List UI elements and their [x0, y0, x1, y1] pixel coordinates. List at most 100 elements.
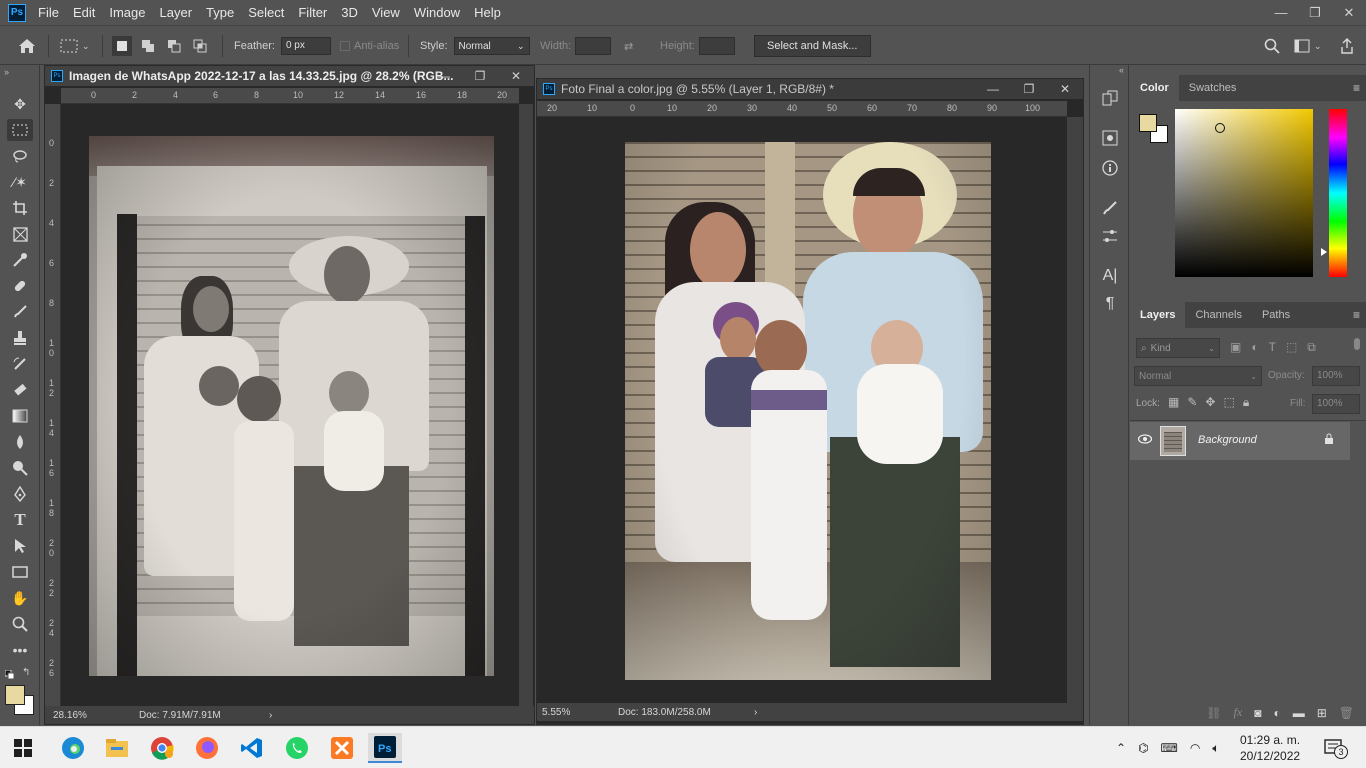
default-colors-icon[interactable] — [4, 669, 15, 680]
notification-center-icon[interactable]: 3 — [1324, 727, 1348, 768]
type-tool-icon[interactable]: T — [7, 509, 33, 531]
new-group-icon[interactable]: ▬ — [1293, 706, 1305, 720]
tab-paths[interactable]: Paths — [1252, 302, 1300, 328]
menu-window[interactable]: Window — [414, 3, 460, 22]
brush-tool-icon[interactable] — [7, 301, 33, 323]
doc2-title-bar[interactable]: Ps Foto Final a color.jpg @ 5.55% (Layer… — [537, 79, 1083, 99]
file-explorer-icon[interactable] — [100, 733, 134, 763]
foreground-color-swatch[interactable] — [5, 685, 25, 705]
firefox-browser-icon[interactable] — [190, 733, 224, 763]
colorized-photo-canvas[interactable] — [625, 142, 991, 680]
eraser-tool-icon[interactable] — [7, 379, 33, 401]
opacity-input[interactable]: 100% — [1312, 366, 1360, 386]
photoshop-taskbar-icon[interactable]: Ps — [368, 733, 402, 763]
brush-settings-icon[interactable] — [1098, 197, 1122, 219]
workspace-icon[interactable]: ⌄ — [1294, 26, 1322, 66]
doc1-close-icon[interactable]: ✕ — [498, 66, 534, 86]
layer-style-fx-icon[interactable]: fx — [1234, 705, 1243, 720]
history-panel-icon[interactable] — [1098, 87, 1122, 109]
hue-slider-handle-icon[interactable] — [1321, 248, 1327, 256]
healing-brush-tool-icon[interactable] — [7, 275, 33, 297]
marquee-preset-icon[interactable]: ⌄ — [60, 26, 90, 66]
tab-channels[interactable]: Channels — [1185, 302, 1251, 328]
history-brush-tool-icon[interactable] — [7, 353, 33, 375]
doc2-scrollbar[interactable] — [1067, 117, 1083, 703]
restore-icon[interactable]: ❐ — [1298, 0, 1332, 25]
frame-tool-icon[interactable] — [7, 223, 33, 245]
paragraph-panel-icon[interactable]: ¶ — [1098, 293, 1122, 315]
tray-chevron-icon[interactable]: ⌃ — [1116, 741, 1126, 755]
share-icon[interactable] — [1340, 26, 1354, 66]
edge-browser-icon[interactable] — [56, 733, 90, 763]
height-input[interactable] — [698, 37, 735, 55]
menu-select[interactable]: Select — [248, 3, 284, 22]
filter-smart-object-icon[interactable]: ⧉ — [1307, 340, 1316, 355]
menu-3d[interactable]: 3D — [341, 3, 358, 22]
tab-swatches[interactable]: Swatches — [1179, 75, 1247, 101]
collapse-chevron-icon[interactable]: » — [4, 67, 9, 77]
magic-wand-tool-icon[interactable]: ⁄✶ — [7, 171, 33, 193]
pen-tool-icon[interactable] — [7, 483, 33, 505]
swap-dimensions-icon[interactable]: ⇄ — [624, 26, 633, 66]
delete-layer-icon[interactable]: 🗑︎ — [1339, 706, 1354, 720]
swap-colors-icon[interactable]: ↰ — [22, 667, 30, 678]
clock-time[interactable]: 01:29 a. m. — [1240, 732, 1300, 748]
crop-tool-icon[interactable] — [7, 197, 33, 219]
filter-type-icon[interactable]: T — [1269, 340, 1276, 355]
doc1-title-bar[interactable]: Ps Imagen de WhatsApp 2022-12-17 a las 1… — [45, 66, 534, 86]
doc1-restore-icon[interactable]: ❐ — [462, 66, 498, 86]
layer-kind-filter[interactable]: ⌕ Kind ⌄ — [1136, 338, 1220, 358]
windows-start-icon[interactable] — [6, 733, 40, 763]
adjustments-sliders-icon[interactable] — [1098, 225, 1122, 247]
collapse-chevron-icon[interactable]: « — [1119, 65, 1124, 75]
color-picker-field[interactable] — [1175, 109, 1313, 277]
lock-artboard-icon[interactable]: ⬚ — [1223, 395, 1234, 410]
doc2-zoom-level[interactable]: 5.55% — [542, 707, 612, 718]
layer-row-background[interactable]: Background — [1130, 422, 1350, 460]
doc2-minimize-icon[interactable]: — — [975, 79, 1011, 99]
properties-panel-icon[interactable] — [1098, 127, 1122, 149]
filter-adjustment-icon[interactable]: ◐ — [1251, 340, 1258, 355]
chrome-browser-icon[interactable] — [145, 733, 179, 763]
menu-help[interactable]: Help — [474, 3, 501, 22]
blend-mode-select[interactable]: Normal ⌄ — [1134, 366, 1262, 386]
volume-icon[interactable]: 🔈︎ — [1212, 741, 1219, 756]
whatsapp-icon[interactable] — [280, 733, 314, 763]
clone-stamp-tool-icon[interactable] — [7, 327, 33, 349]
feather-input[interactable]: 0 px — [280, 37, 331, 55]
doc2-close-icon[interactable]: ✕ — [1047, 79, 1083, 99]
add-selection-icon[interactable] — [138, 36, 158, 56]
add-mask-icon[interactable]: ◙ — [1254, 706, 1261, 720]
fill-input[interactable]: 100% — [1312, 394, 1360, 414]
ime-icon[interactable]: ⌨ — [1161, 741, 1178, 755]
path-selection-tool-icon[interactable] — [7, 535, 33, 557]
lock-pixels-icon[interactable]: ✎ — [1187, 395, 1197, 410]
filter-pixel-icon[interactable]: ▣ — [1230, 340, 1241, 355]
menu-edit[interactable]: Edit — [73, 3, 95, 22]
color-picker-cursor[interactable] — [1215, 123, 1225, 133]
visibility-eye-icon[interactable] — [1137, 433, 1153, 447]
meet-now-icon[interactable]: ⌬ — [1138, 741, 1148, 755]
lock-transparent-icon[interactable]: ▦ — [1168, 395, 1179, 410]
select-and-mask-button[interactable]: Select and Mask... — [754, 35, 871, 57]
zoom-tool-icon[interactable] — [7, 613, 33, 635]
minimize-icon[interactable]: — — [1264, 0, 1298, 25]
filter-shape-icon[interactable]: ⬚ — [1286, 340, 1297, 355]
blur-tool-icon[interactable] — [7, 431, 33, 453]
eyedropper-tool-icon[interactable] — [7, 249, 33, 271]
dodge-tool-icon[interactable] — [7, 457, 33, 479]
search-icon[interactable] — [1264, 26, 1280, 66]
lock-position-icon[interactable]: ✥ — [1205, 395, 1215, 410]
wifi-icon[interactable]: ◠ — [1190, 741, 1200, 755]
xampp-icon[interactable] — [325, 733, 359, 763]
menu-filter[interactable]: Filter — [298, 3, 327, 22]
lock-all-icon[interactable]: 🔒︎ — [1243, 395, 1249, 410]
rectangle-tool-icon[interactable] — [7, 561, 33, 583]
panel-menu-icon[interactable]: ≡ — [1353, 81, 1360, 95]
more-tools-icon[interactable]: ••• — [7, 639, 33, 661]
doc2-restore-icon[interactable]: ❐ — [1011, 79, 1047, 99]
vscode-icon[interactable] — [235, 733, 269, 763]
menu-layer[interactable]: Layer — [160, 3, 193, 22]
menu-view[interactable]: View — [372, 3, 400, 22]
tab-layers[interactable]: Layers — [1130, 302, 1186, 328]
